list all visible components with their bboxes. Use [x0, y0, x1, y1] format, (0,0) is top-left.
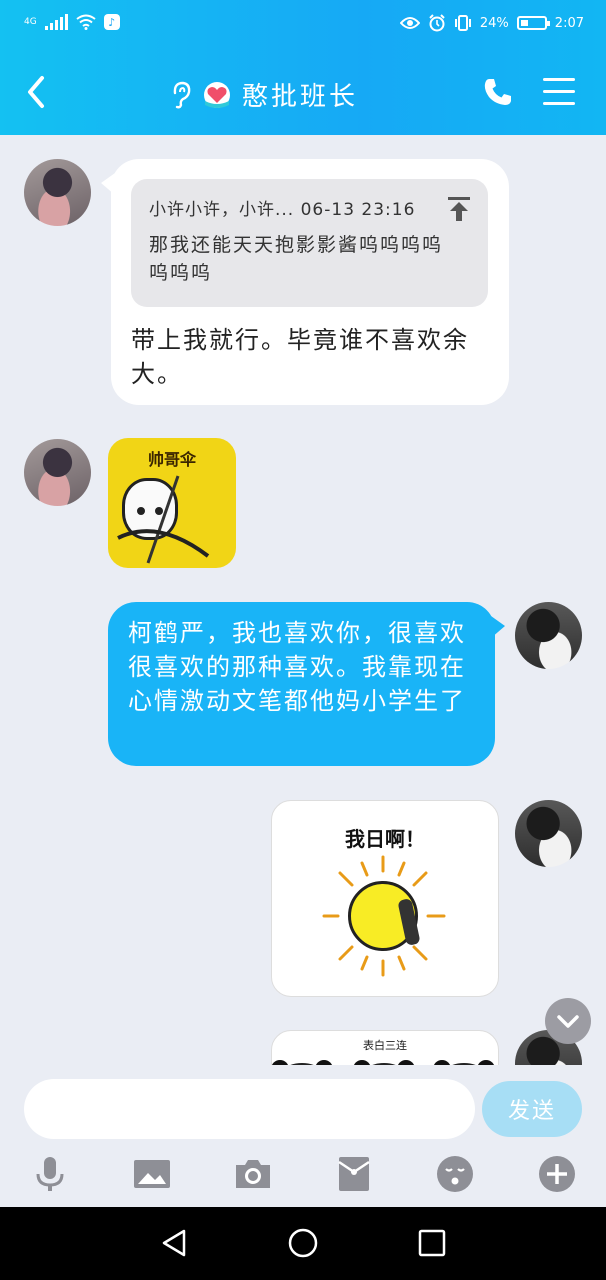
plus-icon[interactable]	[537, 1154, 577, 1194]
input-toolbar	[0, 1150, 606, 1200]
avatar[interactable]	[515, 602, 582, 669]
system-navigation-bar	[0, 1207, 606, 1280]
back-triangle-icon[interactable]	[158, 1227, 190, 1259]
clock: 2:07	[554, 15, 584, 31]
avatar[interactable]	[515, 800, 582, 867]
chat-title: 憨批班长	[242, 82, 359, 112]
message-text: 柯鹤严，我也喜欢你，很喜欢很喜欢的那种喜欢。我靠现在心情激动文笔都他妈小学生了	[128, 619, 466, 715]
quote-meta: 小许小许，小许... 06-13 23:16	[149, 200, 416, 220]
alarm-icon	[429, 14, 445, 32]
avatar[interactable]	[24, 439, 91, 506]
chat-area[interactable]: 小许小许，小许... 06-13 23:16 那我还能天天抱影影酱呜呜呜呜呜呜呜…	[0, 135, 606, 1065]
sent-message-bubble[interactable]: 柯鹤严，我也喜欢你，很喜欢很喜欢的那种喜欢。我靠现在心情激动文笔都他妈小学生了	[108, 602, 505, 766]
message-text: 带上我就行。毕竟谁不喜欢余大。	[131, 326, 469, 388]
recents-square-icon[interactable]	[416, 1227, 448, 1259]
ear-icon	[173, 81, 191, 108]
send-button[interactable]: 发送	[482, 1081, 582, 1137]
red-packet-icon[interactable]	[334, 1154, 374, 1194]
battery-icon	[516, 16, 550, 30]
phone-prop	[398, 899, 420, 945]
heart-icon	[204, 81, 230, 108]
emoji-icon[interactable]	[435, 1154, 475, 1194]
quoted-message[interactable]: 小许小许，小许... 06-13 23:16 那我还能天天抱影影酱呜呜呜呜呜呜呜	[131, 179, 488, 307]
sticker-message[interactable]: 帅哥伞	[108, 438, 236, 568]
menu-icon[interactable]	[543, 78, 575, 106]
camera-icon[interactable]	[233, 1154, 273, 1194]
umbrella-stick	[117, 475, 210, 564]
status-bar: 4G ♪ 24% 2:07	[0, 0, 606, 50]
back-icon[interactable]	[22, 72, 52, 112]
panda-faces-image	[272, 1060, 495, 1065]
chevron-down-icon	[557, 1015, 579, 1028]
scroll-to-bottom-button[interactable]	[545, 998, 591, 1044]
network-type: 4G	[24, 16, 37, 27]
bubble-tail	[491, 616, 505, 638]
title-area[interactable]: 憨批班长	[170, 76, 358, 113]
received-message-bubble[interactable]: 小许小许，小许... 06-13 23:16 那我还能天天抱影影酱呜呜呜呜呜呜呜…	[101, 159, 509, 405]
music-app-icon: ♪	[103, 14, 120, 30]
header: 4G ♪ 24% 2:07 憨批班长	[0, 0, 606, 135]
image-icon[interactable]	[132, 1154, 172, 1194]
bubble-tail	[101, 173, 115, 195]
phone-icon[interactable]	[482, 76, 514, 108]
sticker-message[interactable]: 表白三连	[271, 1030, 499, 1065]
vibrate-icon	[454, 15, 471, 31]
avatar[interactable]	[24, 159, 91, 226]
eye-icon	[399, 17, 420, 29]
home-circle-icon[interactable]	[287, 1227, 319, 1259]
nav-bar: 憨批班长	[0, 62, 606, 122]
signal-icon	[44, 14, 68, 30]
wifi-icon	[76, 14, 96, 30]
message-input[interactable]	[24, 1079, 475, 1139]
microphone-icon[interactable]	[30, 1154, 70, 1194]
jump-to-top-icon[interactable]	[448, 197, 470, 221]
input-area: 发送	[0, 1065, 606, 1207]
quote-text: 那我还能天天抱影影酱呜呜呜呜呜呜呜	[149, 234, 444, 284]
sticker-message[interactable]: 我日啊！	[271, 800, 499, 997]
battery-percent: 24%	[479, 15, 509, 31]
